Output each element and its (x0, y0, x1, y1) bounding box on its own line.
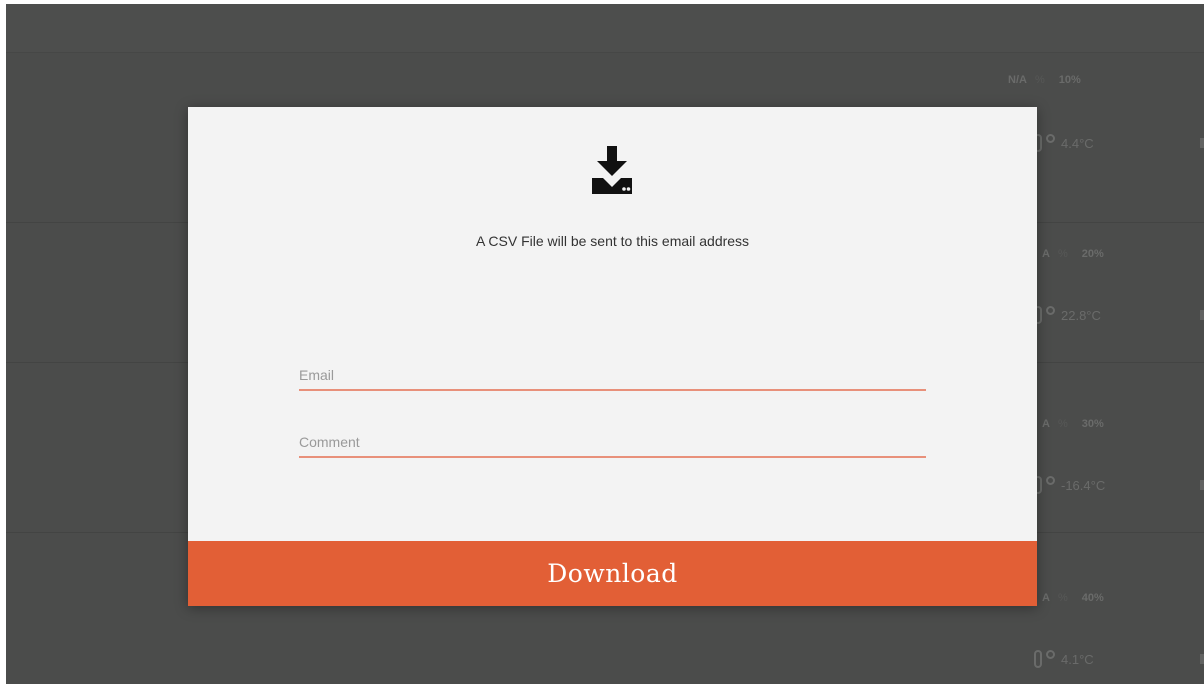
row-stats: A% 20% (1042, 248, 1104, 260)
row-temperature: -16.4°C (1034, 475, 1106, 494)
row-temperature: 4.1°C (1034, 649, 1094, 668)
row-unit: % (1034, 74, 1045, 86)
email-field[interactable] (299, 367, 926, 383)
email-field-container (299, 357, 926, 391)
row-percent: 40% (1081, 592, 1104, 604)
row-percent: 20% (1081, 248, 1104, 260)
comment-field-container (299, 424, 926, 458)
row-stats: A% 30% (1042, 418, 1104, 430)
row-percent: 30% (1081, 418, 1104, 430)
row-unit: % (1057, 592, 1068, 604)
download-to-drive-icon (592, 146, 632, 194)
degree-icon (1046, 649, 1055, 659)
row-edge-indicator (1200, 480, 1204, 490)
row-status: N/A (1008, 74, 1027, 86)
degree-icon (1046, 475, 1055, 485)
temperature-value: 4.4°C (1061, 135, 1094, 151)
row-status: A (1042, 418, 1050, 430)
app-backdrop: N/A% 10% 4.4°C A% 20% 22.8°C A% 30% -16.4°C… (6, 4, 1204, 684)
degree-icon (1046, 133, 1055, 143)
temperature-value: 22.8°C (1061, 307, 1101, 323)
row-edge-indicator (1200, 310, 1204, 320)
degree-icon (1046, 305, 1055, 315)
row-stats: A% 40% (1042, 592, 1104, 604)
background-header (6, 4, 1204, 53)
row-unit: % (1057, 248, 1068, 260)
row-edge-indicator (1200, 654, 1204, 664)
temperature-value: -16.4°C (1061, 477, 1106, 493)
row-percent: 10% (1058, 74, 1081, 86)
row-unit: % (1057, 418, 1068, 430)
temperature-value: 4.1°C (1061, 651, 1094, 667)
row-status: A (1042, 248, 1050, 260)
row-stats: N/A% 10% (1008, 74, 1081, 86)
dialog-message: A CSV File will be sent to this email ad… (475, 233, 750, 249)
row-temperature: 4.4°C (1034, 133, 1094, 152)
csv-download-dialog: A CSV File will be sent to this email ad… (188, 107, 1037, 606)
row-status: A (1042, 592, 1050, 604)
download-button[interactable]: Download (188, 541, 1037, 606)
row-edge-indicator (1200, 138, 1204, 148)
thermometer-icon (1034, 650, 1042, 668)
comment-field[interactable] (299, 434, 926, 450)
row-temperature: 22.8°C (1034, 305, 1101, 324)
